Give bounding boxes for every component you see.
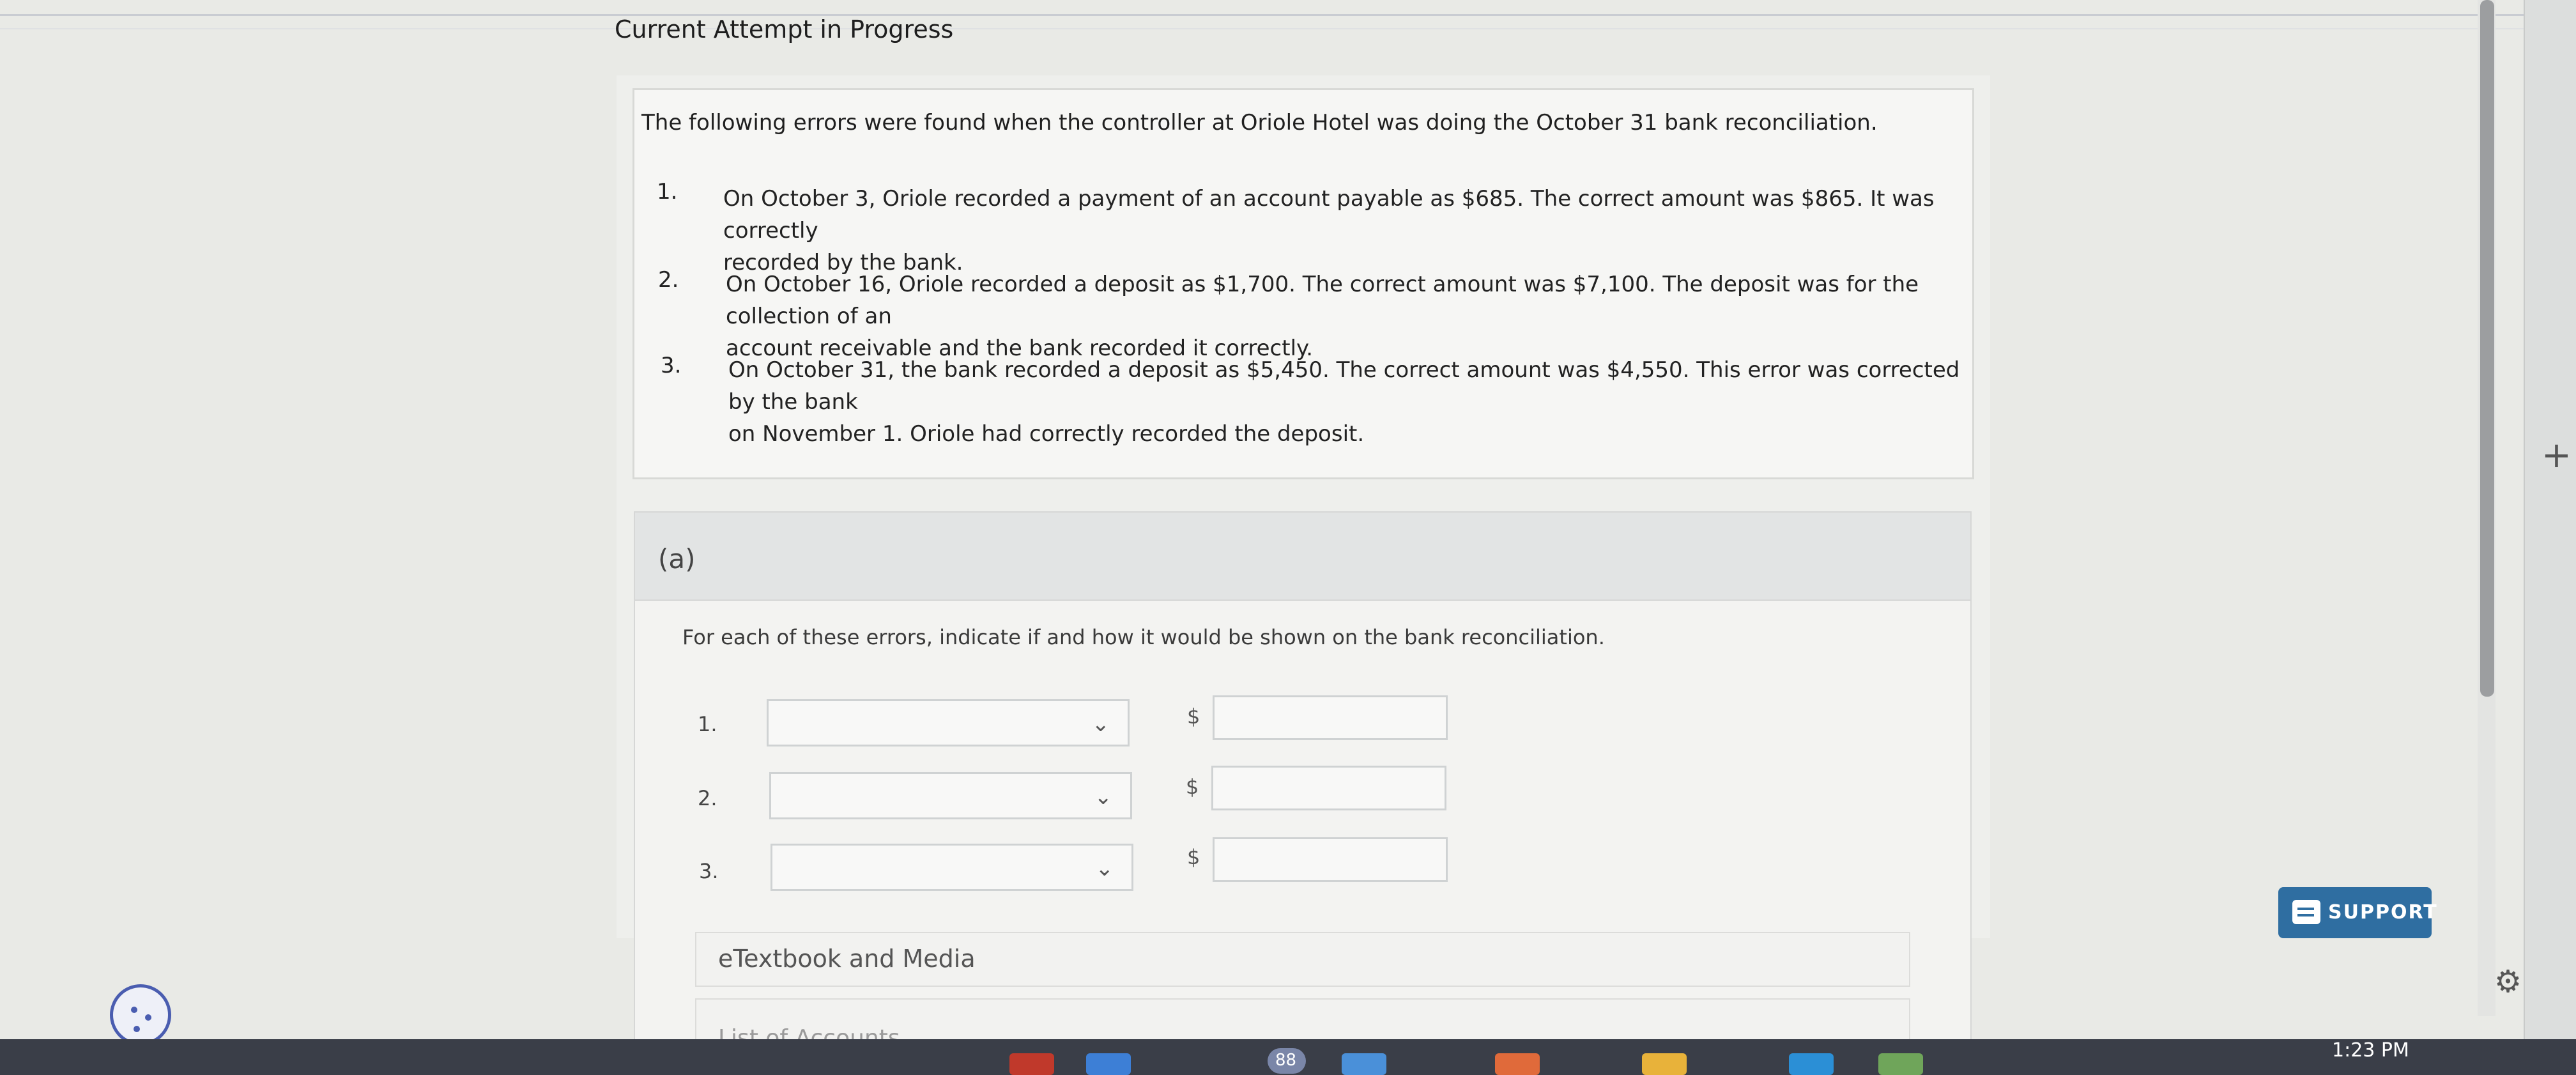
treatment-select-1[interactable]: ⌄ — [767, 699, 1130, 746]
problem-intro: The following errors were found when the… — [641, 110, 1878, 135]
notification-badge: 88 — [1268, 1048, 1306, 1074]
part-a-header[interactable] — [634, 511, 1972, 601]
app-icon[interactable] — [1009, 1053, 1054, 1075]
answer-row-number: 3. — [699, 859, 719, 883]
page-title: Current Attempt in Progress — [615, 15, 954, 43]
etextbook-label: eTextbook and Media — [718, 945, 976, 973]
badge-count: 88 — [1275, 1051, 1297, 1070]
item-line: on November 1. Oriole had correctly reco… — [728, 421, 1365, 447]
amount-input-2[interactable] — [1211, 766, 1446, 810]
app-icon[interactable] — [1878, 1053, 1923, 1075]
part-a-label: (a) — [658, 543, 696, 575]
answer-row-number: 1. — [698, 712, 717, 736]
item-line: On October 31, the bank recorded a depos… — [728, 357, 1960, 415]
item-line: On October 16, Oriole recorded a deposit… — [726, 272, 1919, 329]
app-icon[interactable] — [1086, 1053, 1131, 1075]
part-a-instruction: For each of these errors, indicate if an… — [682, 625, 1605, 649]
currency-symbol: $ — [1187, 704, 1200, 729]
scrollbar-thumb[interactable] — [2480, 0, 2494, 697]
treatment-select-3[interactable]: ⌄ — [770, 844, 1133, 891]
currency-symbol: $ — [1186, 775, 1199, 799]
browser-side-panel — [2524, 0, 2576, 1075]
support-label: SUPPORT — [2328, 901, 2438, 924]
chevron-down-icon: ⌄ — [1091, 711, 1110, 737]
problem-item-2: On October 16, Oriole recorded a deposit… — [726, 268, 1978, 364]
item-line: On October 3, Oriole recorded a payment … — [723, 186, 1935, 244]
app-icon[interactable] — [1495, 1053, 1540, 1075]
app-icon[interactable] — [1342, 1053, 1386, 1075]
amount-input-1[interactable] — [1213, 695, 1448, 740]
top-divider-secondary — [0, 28, 2524, 29]
plus-icon[interactable]: + — [2542, 435, 2572, 476]
folder-icon[interactable] — [1642, 1053, 1687, 1075]
treatment-select-2[interactable]: ⌄ — [769, 772, 1132, 819]
gear-icon[interactable]: ⚙ — [2494, 964, 2522, 1000]
item-number: 3. — [661, 353, 682, 378]
item-number: 1. — [657, 179, 678, 205]
chat-icon — [2292, 900, 2320, 924]
currency-symbol: $ — [1187, 845, 1200, 869]
chevron-down-icon: ⌄ — [1094, 784, 1113, 810]
system-clock[interactable]: 1:23 PM — [2332, 1039, 2409, 1062]
amount-input-3[interactable] — [1213, 837, 1448, 882]
etextbook-media-link[interactable]: eTextbook and Media — [695, 932, 1910, 987]
answer-row-number: 2. — [698, 786, 717, 810]
chevron-down-icon: ⌄ — [1095, 856, 1114, 881]
problem-item-1: On October 3, Oriole recorded a payment … — [723, 183, 1975, 279]
cookie-icon[interactable] — [110, 984, 171, 1046]
item-number: 2. — [658, 267, 679, 293]
top-divider — [0, 14, 2524, 16]
app-icon[interactable] — [1789, 1053, 1834, 1075]
problem-item-3: On October 31, the bank recorded a depos… — [728, 354, 1981, 450]
support-button[interactable]: SUPPORT — [2278, 887, 2437, 938]
